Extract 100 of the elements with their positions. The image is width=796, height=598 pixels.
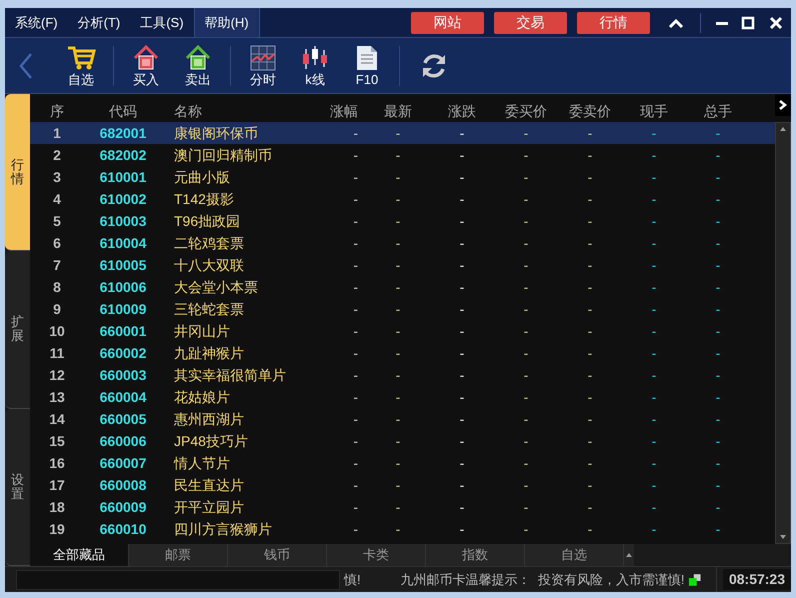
bottom-tab[interactable]: 自选 (525, 544, 624, 566)
table-cell-text: - (522, 124, 530, 142)
column-header[interactable]: 最新 (366, 100, 430, 122)
table-row[interactable]: 16 660007 情人节片 - - - - - - - (30, 452, 775, 474)
column-header[interactable]: 名称 (162, 100, 292, 122)
side-tab[interactable]: 行情 (5, 94, 30, 252)
table-row[interactable]: 18 660009 开平立园片 - - - - - - - (30, 496, 775, 518)
table-row[interactable]: 13 660004 花姑娘片 - - - - - - - (30, 386, 775, 408)
table-cell-text: - (586, 212, 594, 230)
table-cell-text: 610006 (98, 278, 148, 296)
scrollbar[interactable] (775, 122, 791, 544)
table-cell-text: - (458, 190, 466, 208)
table-cell-text: - (458, 432, 466, 450)
table-cell-text: 660008 (98, 476, 148, 494)
bottom-tab[interactable]: 全部藏品 (30, 544, 129, 566)
tab-scroll-button[interactable] (624, 544, 634, 566)
nav-button[interactable]: 行情 (577, 12, 650, 34)
table-cell-text: - (586, 256, 594, 274)
maximize-icon[interactable] (741, 16, 755, 30)
table-cell-text: - (586, 410, 594, 428)
table-row[interactable]: 5 610003 T96拙政园 - - - - - - - (30, 210, 775, 232)
table-row[interactable]: 3 610001 元曲小版 - - - - - - - (30, 166, 775, 188)
table-cell-text: 康银阁环保币 (173, 124, 259, 142)
close-icon[interactable] (769, 16, 783, 30)
table-cell-text: 民生直达片 (173, 476, 245, 494)
toolbar-button[interactable]: 分时 (237, 45, 289, 86)
table-row[interactable]: 1 682001 康银阁环保币 - - - - - - - (30, 122, 775, 144)
column-header[interactable]: 总手 (686, 100, 750, 122)
table-row[interactable]: 7 610005 十八大双联 - - - - - - - (30, 254, 775, 276)
table-cell-text: T142摄影 (173, 190, 235, 208)
side-tab[interactable]: 设置 (5, 408, 30, 566)
table-row[interactable]: 10 660001 井冈山片 - - - - - - - (30, 320, 775, 342)
expand-columns-button[interactable] (775, 94, 791, 116)
table-cell-text: - (394, 432, 402, 450)
table-cell-text: - (650, 300, 658, 318)
table-cell-text: - (458, 366, 466, 384)
table-row[interactable]: 4 610002 T142摄影 - - - - - - - (30, 188, 775, 210)
table-cell-text: - (714, 322, 722, 340)
side-tab[interactable]: 扩展 (5, 251, 30, 409)
column-header[interactable]: 涨跌 (430, 100, 494, 122)
menu-item[interactable]: 系统(F) (5, 8, 68, 37)
document-icon (356, 45, 378, 71)
table-cell-text: - (586, 300, 594, 318)
table-cell-text: - (650, 124, 658, 142)
table-cell-text: - (650, 432, 658, 450)
table-cell-text: - (522, 212, 530, 230)
toolbar-button[interactable]: 买入 (120, 45, 172, 86)
nav-button[interactable]: 网站 (411, 12, 484, 34)
table-cell-text: - (458, 322, 466, 340)
bottom-tab[interactable]: 钱币 (228, 544, 327, 566)
table-cell-text: - (352, 300, 359, 318)
table-cell-text: - (352, 212, 359, 230)
table-row[interactable]: 2 682002 澳门回归精制币 - - - - - - - (30, 144, 775, 166)
bottom-tab[interactable]: 卡类 (327, 544, 426, 566)
table-cell-text: - (522, 454, 530, 472)
table-cell-text: - (714, 256, 722, 274)
toolbar-button[interactable]: F10 (341, 45, 393, 86)
bottom-tab[interactable]: 指数 (426, 544, 525, 566)
table-row[interactable]: 19 660010 四川方言猴狮片 - - - - - - - (30, 518, 775, 540)
table-cell-text: - (586, 432, 594, 450)
table-cell-text: 二轮鸡套票 (173, 234, 245, 252)
menu-item[interactable]: 工具(S) (130, 8, 194, 37)
column-header[interactable]: 代码 (84, 100, 162, 122)
table-cell-text: - (394, 256, 402, 274)
collapse-icon[interactable] (668, 18, 684, 28)
table-row[interactable]: 17 660008 民生直达片 - - - - - - - (30, 474, 775, 496)
column-header[interactable]: 涨幅 (292, 100, 366, 122)
refresh-icon[interactable] (420, 52, 448, 80)
table-cell-text: - (522, 322, 530, 340)
nav-button[interactable]: 交易 (494, 12, 567, 34)
table-cell-text: - (714, 388, 722, 406)
toolbar-button[interactable]: k线 (289, 45, 341, 86)
table-cell-text: 610004 (98, 234, 148, 252)
table-cell-text: - (352, 146, 359, 164)
table-cell-text: 17 (48, 476, 66, 494)
menu-item[interactable]: 帮助(H) (194, 8, 260, 37)
table-cell-text: - (394, 410, 402, 428)
column-header[interactable]: 序 (30, 100, 84, 122)
table-row[interactable]: 15 660006 JP48技巧片 - - - - - - - (30, 430, 775, 452)
table-cell-text: - (714, 366, 722, 384)
table-row[interactable]: 12 660003 其实幸福很简单片 - - - - - - - (30, 364, 775, 386)
table-row[interactable]: 9 610009 三轮蛇套票 - - - - - - - (30, 298, 775, 320)
column-header[interactable]: 委卖价 (558, 100, 622, 122)
table-cell-text: - (352, 278, 359, 296)
bottom-tab[interactable]: 邮票 (129, 544, 228, 566)
column-header[interactable]: 现手 (622, 100, 686, 122)
table-row[interactable]: 14 660005 惠州西湖片 - - - - - - - (30, 408, 775, 430)
toolbar-button[interactable]: 自选 (55, 45, 107, 86)
table-row[interactable]: 11 660002 九趾神猴片 - - - - - - - (30, 342, 775, 364)
table-row[interactable]: 8 610006 大会堂小本票 - - - - - - - (30, 276, 775, 298)
table-row[interactable]: 6 610004 二轮鸡套票 - - - - - - - (30, 232, 775, 254)
table-cell-text: - (352, 410, 359, 428)
table-cell-text: - (394, 146, 402, 164)
column-header[interactable]: 委买价 (494, 100, 558, 122)
menu-item[interactable]: 分析(T) (68, 8, 130, 37)
table-cell-text: - (458, 168, 466, 186)
toolbar-button[interactable]: 卖出 (172, 45, 224, 86)
table-cell-text: 3 (52, 168, 62, 186)
table-cell-text: - (714, 344, 722, 362)
back-icon[interactable] (19, 52, 33, 80)
